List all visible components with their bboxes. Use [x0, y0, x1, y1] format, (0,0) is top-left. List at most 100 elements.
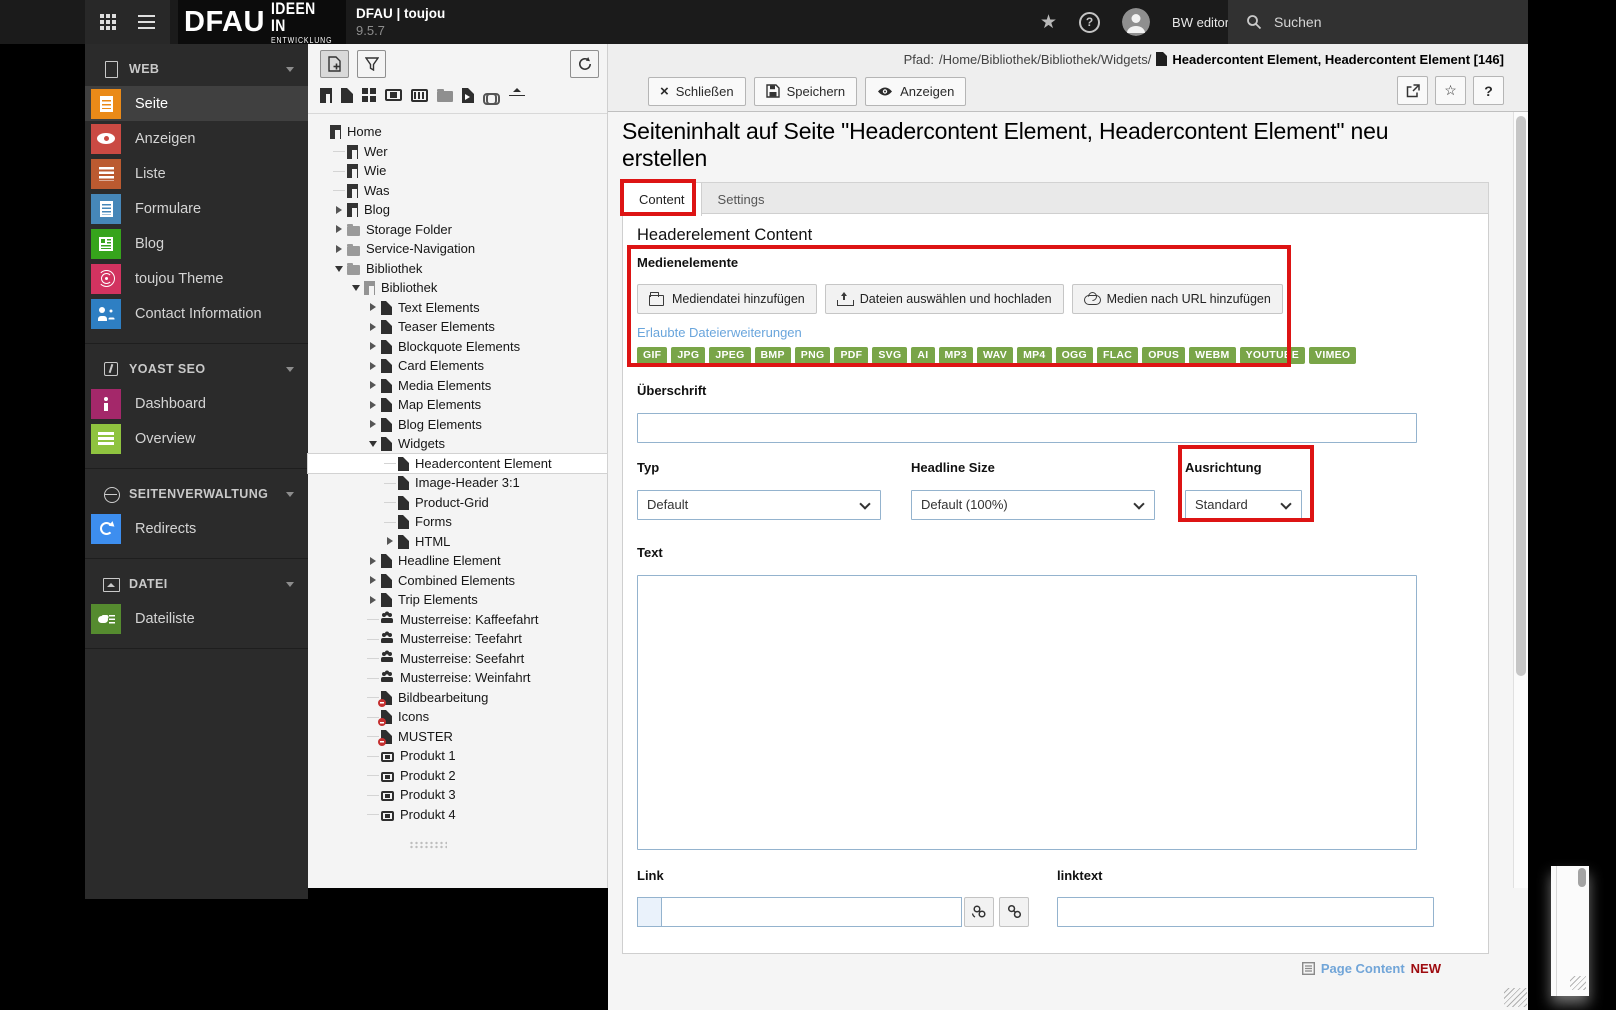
tree-item-was[interactable]: Was — [308, 181, 607, 201]
sidebar-item-liste[interactable]: Liste — [85, 156, 308, 191]
tree-item-combined-elements[interactable]: Combined Elements — [308, 571, 607, 591]
tree-item-headline-element[interactable]: Headline Element — [308, 551, 607, 571]
tab-settings[interactable]: Settings — [702, 183, 781, 215]
folder-drag-icon[interactable] — [437, 89, 453, 102]
tree-item-bibliothek[interactable]: Bibliothek — [308, 278, 607, 298]
sidebar-item-seite[interactable]: Seite — [85, 86, 308, 121]
sidebar-item-blog[interactable]: Blog — [85, 226, 308, 261]
tree-resize-grip[interactable] — [409, 841, 447, 849]
tree-item-widgets[interactable]: Widgets — [308, 434, 607, 454]
tree-item-icons[interactable]: Icons — [308, 707, 607, 727]
tree-item-teaser-elements[interactable]: Teaser Elements — [308, 317, 607, 337]
tree-toggle-icon[interactable] — [367, 298, 381, 318]
ausrichtung-select[interactable]: Standard — [1185, 489, 1302, 520]
link-wizard-button[interactable] — [964, 896, 995, 927]
tree-toggle-icon[interactable] — [384, 532, 398, 552]
sidebar-item-anzeigen[interactable]: Anzeigen — [85, 121, 308, 156]
divider-drag-icon[interactable] — [509, 87, 525, 103]
tree-item-blog-elements[interactable]: Blog Elements — [308, 415, 607, 435]
username[interactable]: BW editor — [1172, 15, 1229, 30]
apps-grid-button[interactable] — [93, 0, 123, 44]
save-button[interactable]: Speichern — [753, 76, 858, 106]
tree-item-text-elements[interactable]: Text Elements — [308, 298, 607, 318]
add-media-file-button[interactable]: Mediendatei hinzufügen — [637, 284, 817, 314]
tree-item-musterreise-weinfahrt[interactable]: Musterreise: Weinfahrt — [308, 668, 607, 688]
tab-content[interactable]: Content — [623, 183, 702, 216]
tree-item-musterreise-kaffeefahrt[interactable]: Musterreise: Kaffeefahrt — [308, 610, 607, 630]
tree-item-product-grid[interactable]: Product-Grid — [308, 493, 607, 513]
sidebar-item-toujou-theme[interactable]: toujou Theme — [85, 261, 308, 296]
tree-toggle-icon[interactable] — [367, 551, 381, 571]
tree-item-headercontent-element[interactable]: Headercontent Element — [307, 452, 608, 474]
sidebar-item-contact-information[interactable]: Contact Information — [85, 296, 308, 331]
tree-item-card-elements[interactable]: Card Elements — [308, 356, 607, 376]
filter-button[interactable] — [357, 50, 386, 78]
tree-item-musterreise-seefahrt[interactable]: Musterreise: Seefahrt — [308, 649, 607, 669]
help-icon[interactable]: ? — [1079, 11, 1101, 33]
grid-drag-icon[interactable] — [362, 88, 376, 102]
tree-item-blog[interactable]: Blog — [308, 200, 607, 220]
new-page-button[interactable] — [320, 50, 349, 78]
tree-toggle-icon[interactable] — [367, 317, 381, 337]
tree-item-trip-elements[interactable]: Trip Elements — [308, 590, 607, 610]
tree-item-musterreise-teefahrt[interactable]: Musterreise: Teefahrt — [308, 629, 607, 649]
dfau-logo[interactable]: DFAU IDEEN IN ENTWICKLUNG — [178, 0, 346, 44]
page-drag-icon[interactable] — [320, 87, 332, 103]
link-browser-button[interactable] — [999, 896, 1029, 927]
tree-toggle-icon[interactable] — [367, 356, 381, 376]
tree-item-produkt-1[interactable]: Produkt 1 — [308, 746, 607, 766]
allowed-extensions-link[interactable]: Erlaubte Dateierweiterungen — [637, 325, 802, 340]
tree-toggle-icon[interactable] — [367, 571, 381, 591]
open-new-window-button[interactable] — [1397, 76, 1428, 105]
tree-toggle-icon[interactable] — [367, 434, 381, 454]
ueberschrift-input[interactable] — [637, 412, 1417, 443]
content-scrollbar[interactable] — [1513, 112, 1528, 888]
tree-toggle-icon[interactable] — [350, 278, 364, 298]
select-upload-files-button[interactable]: Dateien auswählen und hochladen — [824, 284, 1064, 314]
tree-toggle-icon[interactable] — [367, 415, 381, 435]
tree-item-forms[interactable]: Forms — [308, 512, 607, 532]
topbar-search[interactable]: Suchen — [1228, 0, 1528, 44]
tree-toggle-icon[interactable] — [333, 200, 347, 220]
shortcut-drag-icon[interactable] — [462, 87, 474, 103]
tree-item-home[interactable]: Home — [308, 122, 607, 142]
tree-toggle-icon[interactable] — [367, 376, 381, 396]
product-drag-icon[interactable] — [385, 89, 402, 101]
scrollbar-thumb[interactable] — [1516, 116, 1526, 676]
tree-item-media-elements[interactable]: Media Elements — [308, 376, 607, 396]
bookmark-button[interactable]: ☆ — [1435, 76, 1466, 105]
tree-item-bildbearbeitung[interactable]: Bildbearbeitung — [308, 688, 607, 708]
bookmark-star-icon[interactable]: ★ — [1040, 11, 1057, 34]
doc-drag-icon[interactable] — [341, 87, 353, 103]
tree-item-blockquote-elements[interactable]: Blockquote Elements — [308, 337, 607, 357]
sidebar-item-formulare[interactable]: Formulare — [85, 191, 308, 226]
avatar[interactable] — [1122, 8, 1151, 36]
mini-resize-handle-icon[interactable] — [1570, 976, 1586, 990]
tree-item-map-elements[interactable]: Map Elements — [308, 395, 607, 415]
sidebar-section-web[interactable]: WEB — [85, 52, 308, 86]
tree-item-service-navigation[interactable]: Service-Navigation — [308, 239, 607, 259]
add-media-by-url-button[interactable]: Medien nach URL hinzufügen — [1071, 284, 1283, 314]
tree-item-produkt-4[interactable]: Produkt 4 — [308, 805, 607, 825]
sidebar-section-datei[interactable]: DATEI — [85, 567, 308, 601]
headline-size-select[interactable]: Default (100%) — [911, 489, 1155, 520]
link-input[interactable] — [661, 896, 963, 927]
tree-item-image-header-3-1[interactable]: Image-Header 3:1 — [308, 473, 607, 493]
sidebar-section-yoast-seo[interactable]: YOAST SEO — [85, 352, 308, 386]
mini-scrollbar-thumb[interactable] — [1578, 868, 1586, 887]
module-list-button[interactable] — [132, 0, 162, 44]
tree-item-bibliothek[interactable]: Bibliothek — [308, 259, 607, 279]
link-drag-icon[interactable] — [483, 92, 500, 105]
tree-toggle-icon[interactable] — [367, 590, 381, 610]
tree-item-storage-folder[interactable]: Storage Folder — [308, 220, 607, 240]
close-button[interactable]: × Schließen — [648, 76, 746, 106]
tree-item-produkt-2[interactable]: Produkt 2 — [308, 766, 607, 786]
typ-select[interactable]: Default — [637, 489, 881, 520]
tree-item-html[interactable]: HTML — [308, 532, 607, 552]
docheader-help-button[interactable]: ? — [1473, 76, 1504, 105]
sidebar-section-seitenverwaltung[interactable]: SEITENVERWALTUNG — [85, 477, 308, 511]
tree-item-muster[interactable]: MUSTER — [308, 727, 607, 747]
tree-item-wer[interactable]: Wer — [308, 142, 607, 162]
sidebar-item-dateiliste[interactable]: Dateiliste — [85, 601, 308, 636]
tree-toggle-icon[interactable] — [333, 259, 347, 279]
